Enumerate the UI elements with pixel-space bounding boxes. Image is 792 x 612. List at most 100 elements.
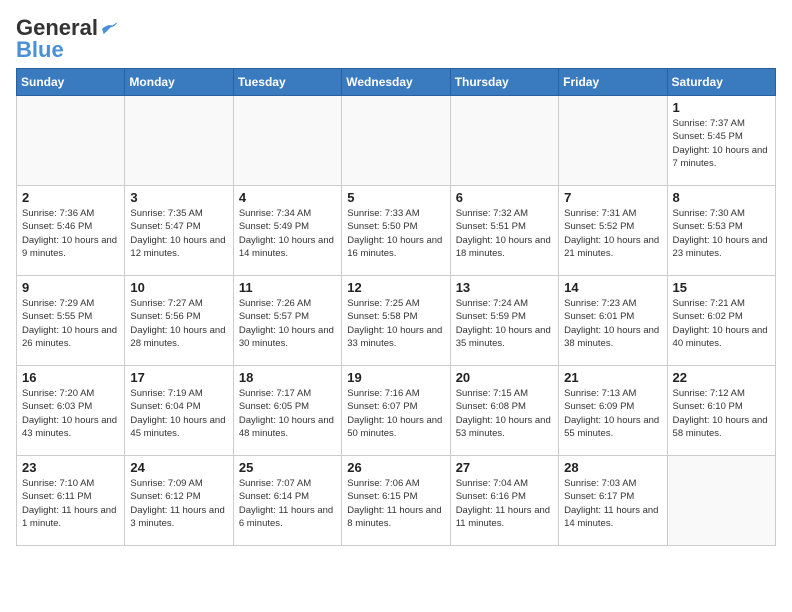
day-number: 1 bbox=[673, 100, 770, 115]
day-number: 26 bbox=[347, 460, 444, 475]
day-info: Sunrise: 7:19 AM Sunset: 6:04 PM Dayligh… bbox=[130, 387, 227, 440]
day-info: Sunrise: 7:23 AM Sunset: 6:01 PM Dayligh… bbox=[564, 297, 661, 350]
day-number: 27 bbox=[456, 460, 553, 475]
day-number: 14 bbox=[564, 280, 661, 295]
day-info: Sunrise: 7:34 AM Sunset: 5:49 PM Dayligh… bbox=[239, 207, 336, 260]
calendar-cell: 15 Sunrise: 7:21 AM Sunset: 6:02 PM Dayli… bbox=[667, 275, 775, 365]
weekday-header-wednesday: Wednesday bbox=[342, 68, 450, 95]
day-number: 5 bbox=[347, 190, 444, 205]
calendar-cell bbox=[125, 95, 233, 185]
calendar-cell: 21 Sunrise: 7:13 AM Sunset: 6:09 PM Dayli… bbox=[559, 365, 667, 455]
day-number: 3 bbox=[130, 190, 227, 205]
day-number: 24 bbox=[130, 460, 227, 475]
day-number: 22 bbox=[673, 370, 770, 385]
day-number: 6 bbox=[456, 190, 553, 205]
day-info: Sunrise: 7:32 AM Sunset: 5:51 PM Dayligh… bbox=[456, 207, 553, 260]
day-info: Sunrise: 7:06 AM Sunset: 6:15 PM Dayligh… bbox=[347, 477, 444, 530]
calendar-cell: 27 Sunrise: 7:04 AM Sunset: 6:16 PM Dayli… bbox=[450, 455, 558, 545]
page-header: General Blue bbox=[16, 16, 776, 60]
day-number: 19 bbox=[347, 370, 444, 385]
calendar-cell: 20Sunrise: 7:15 AM Sunset: 6:08 PM Dayli… bbox=[450, 365, 558, 455]
calendar-cell: 13 Sunrise: 7:24 AM Sunset: 5:59 PM Dayli… bbox=[450, 275, 558, 365]
day-info: Sunrise: 7:27 AM Sunset: 5:56 PM Dayligh… bbox=[130, 297, 227, 350]
calendar-week-0: 1 Sunrise: 7:37 AM Sunset: 5:45 PM Daylig… bbox=[17, 95, 776, 185]
day-info: Sunrise: 7:10 AM Sunset: 6:11 PM Dayligh… bbox=[22, 477, 119, 530]
day-info: Sunrise: 7:12 AM Sunset: 6:10 PM Dayligh… bbox=[673, 387, 770, 440]
day-info: Sunrise: 7:21 AM Sunset: 6:02 PM Dayligh… bbox=[673, 297, 770, 350]
calendar-cell: 5 Sunrise: 7:33 AM Sunset: 5:50 PM Daylig… bbox=[342, 185, 450, 275]
logo: General Blue bbox=[16, 16, 118, 60]
day-number: 10 bbox=[130, 280, 227, 295]
calendar-cell: 7 Sunrise: 7:31 AM Sunset: 5:52 PM Daylig… bbox=[559, 185, 667, 275]
calendar-cell: 19 Sunrise: 7:16 AM Sunset: 6:07 PM Dayli… bbox=[342, 365, 450, 455]
day-info: Sunrise: 7:09 AM Sunset: 6:12 PM Dayligh… bbox=[130, 477, 227, 530]
day-number: 4 bbox=[239, 190, 336, 205]
day-info: Sunrise: 7:16 AM Sunset: 6:07 PM Dayligh… bbox=[347, 387, 444, 440]
calendar-cell: 2 Sunrise: 7:36 AM Sunset: 5:46 PM Daylig… bbox=[17, 185, 125, 275]
calendar-cell: 14 Sunrise: 7:23 AM Sunset: 6:01 PM Dayli… bbox=[559, 275, 667, 365]
calendar-cell: 8 Sunrise: 7:30 AM Sunset: 5:53 PM Daylig… bbox=[667, 185, 775, 275]
day-info: Sunrise: 7:31 AM Sunset: 5:52 PM Dayligh… bbox=[564, 207, 661, 260]
day-info: Sunrise: 7:29 AM Sunset: 5:55 PM Dayligh… bbox=[22, 297, 119, 350]
day-info: Sunrise: 7:03 AM Sunset: 6:17 PM Dayligh… bbox=[564, 477, 661, 530]
calendar-cell bbox=[342, 95, 450, 185]
day-info: Sunrise: 7:33 AM Sunset: 5:50 PM Dayligh… bbox=[347, 207, 444, 260]
weekday-header-friday: Friday bbox=[559, 68, 667, 95]
weekday-header-sunday: Sunday bbox=[17, 68, 125, 95]
day-number: 20 bbox=[456, 370, 553, 385]
day-number: 8 bbox=[673, 190, 770, 205]
day-info: Sunrise: 7:26 AM Sunset: 5:57 PM Dayligh… bbox=[239, 297, 336, 350]
logo-bird-icon bbox=[100, 22, 118, 36]
calendar-cell bbox=[667, 455, 775, 545]
calendar-cell: 28 Sunrise: 7:03 AM Sunset: 6:17 PM Dayli… bbox=[559, 455, 667, 545]
weekday-header-tuesday: Tuesday bbox=[233, 68, 341, 95]
day-info: Sunrise: 7:30 AM Sunset: 5:53 PM Dayligh… bbox=[673, 207, 770, 260]
calendar-cell: 26 Sunrise: 7:06 AM Sunset: 6:15 PM Dayli… bbox=[342, 455, 450, 545]
calendar-cell: 17 Sunrise: 7:19 AM Sunset: 6:04 PM Dayli… bbox=[125, 365, 233, 455]
calendar-cell: 25 Sunrise: 7:07 AM Sunset: 6:14 PM Dayli… bbox=[233, 455, 341, 545]
day-number: 25 bbox=[239, 460, 336, 475]
day-info: Sunrise: 7:13 AM Sunset: 6:09 PM Dayligh… bbox=[564, 387, 661, 440]
calendar-cell: 1 Sunrise: 7:37 AM Sunset: 5:45 PM Daylig… bbox=[667, 95, 775, 185]
day-number: 13 bbox=[456, 280, 553, 295]
day-number: 9 bbox=[22, 280, 119, 295]
day-number: 2 bbox=[22, 190, 119, 205]
calendar-table: SundayMondayTuesdayWednesdayThursdayFrid… bbox=[16, 68, 776, 546]
day-info: Sunrise: 7:20 AM Sunset: 6:03 PM Dayligh… bbox=[22, 387, 119, 440]
day-number: 23 bbox=[22, 460, 119, 475]
calendar-cell: 18Sunrise: 7:17 AM Sunset: 6:05 PM Dayli… bbox=[233, 365, 341, 455]
day-info: Sunrise: 7:35 AM Sunset: 5:47 PM Dayligh… bbox=[130, 207, 227, 260]
day-info: Sunrise: 7:37 AM Sunset: 5:45 PM Dayligh… bbox=[673, 117, 770, 170]
day-info: Sunrise: 7:25 AM Sunset: 5:58 PM Dayligh… bbox=[347, 297, 444, 350]
day-info: Sunrise: 7:07 AM Sunset: 6:14 PM Dayligh… bbox=[239, 477, 336, 530]
day-number: 21 bbox=[564, 370, 661, 385]
calendar-cell bbox=[17, 95, 125, 185]
day-number: 18 bbox=[239, 370, 336, 385]
calendar-cell: 22 Sunrise: 7:12 AM Sunset: 6:10 PM Dayli… bbox=[667, 365, 775, 455]
day-info: Sunrise: 7:36 AM Sunset: 5:46 PM Dayligh… bbox=[22, 207, 119, 260]
calendar-cell: 10 Sunrise: 7:27 AM Sunset: 5:56 PM Dayli… bbox=[125, 275, 233, 365]
day-number: 7 bbox=[564, 190, 661, 205]
calendar-header: SundayMondayTuesdayWednesdayThursdayFrid… bbox=[17, 68, 776, 95]
calendar-cell bbox=[559, 95, 667, 185]
weekday-row: SundayMondayTuesdayWednesdayThursdayFrid… bbox=[17, 68, 776, 95]
calendar-cell: 9 Sunrise: 7:29 AM Sunset: 5:55 PM Daylig… bbox=[17, 275, 125, 365]
calendar-cell: 16 Sunrise: 7:20 AM Sunset: 6:03 PM Dayli… bbox=[17, 365, 125, 455]
day-number: 17 bbox=[130, 370, 227, 385]
day-number: 16 bbox=[22, 370, 119, 385]
day-number: 15 bbox=[673, 280, 770, 295]
day-number: 12 bbox=[347, 280, 444, 295]
day-number: 28 bbox=[564, 460, 661, 475]
calendar-cell: 23 Sunrise: 7:10 AM Sunset: 6:11 PM Dayli… bbox=[17, 455, 125, 545]
calendar-cell bbox=[233, 95, 341, 185]
weekday-header-monday: Monday bbox=[125, 68, 233, 95]
calendar-week-4: 23 Sunrise: 7:10 AM Sunset: 6:11 PM Dayli… bbox=[17, 455, 776, 545]
calendar-cell: 4 Sunrise: 7:34 AM Sunset: 5:49 PM Daylig… bbox=[233, 185, 341, 275]
calendar-cell: 11Sunrise: 7:26 AM Sunset: 5:57 PM Dayli… bbox=[233, 275, 341, 365]
day-info: Sunrise: 7:24 AM Sunset: 5:59 PM Dayligh… bbox=[456, 297, 553, 350]
day-info: Sunrise: 7:04 AM Sunset: 6:16 PM Dayligh… bbox=[456, 477, 553, 530]
calendar-week-3: 16 Sunrise: 7:20 AM Sunset: 6:03 PM Dayli… bbox=[17, 365, 776, 455]
weekday-header-saturday: Saturday bbox=[667, 68, 775, 95]
calendar-cell: 12 Sunrise: 7:25 AM Sunset: 5:58 PM Dayli… bbox=[342, 275, 450, 365]
calendar-cell: 24 Sunrise: 7:09 AM Sunset: 6:12 PM Dayli… bbox=[125, 455, 233, 545]
